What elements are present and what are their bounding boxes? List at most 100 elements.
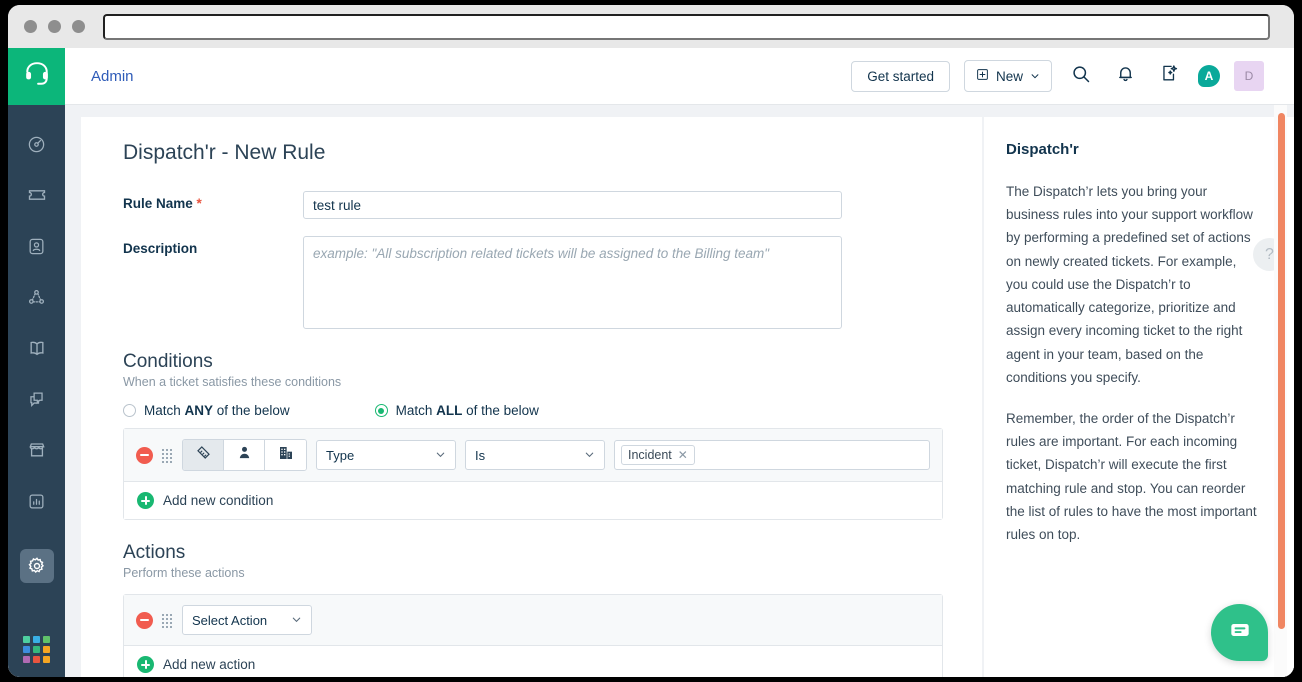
sidebar-item-analytics[interactable]: [20, 484, 54, 518]
add-new-action-button[interactable]: Add new action: [124, 646, 942, 677]
left-sidebar: [8, 48, 65, 677]
get-started-button[interactable]: Get started: [851, 60, 950, 92]
description-label: Description: [123, 241, 198, 256]
condition-field-value: Type: [326, 447, 355, 463]
select-action-value: Select Action: [192, 612, 268, 628]
drag-handle-icon[interactable]: [162, 448, 173, 463]
chevron-down-icon: [584, 448, 595, 463]
action-row: Select Action: [124, 595, 942, 646]
sidebar-item-contacts[interactable]: [20, 229, 54, 263]
company-building-icon: [278, 445, 294, 466]
help-panel-paragraph-1: The Dispatch’r lets you bring your busin…: [1006, 184, 1253, 385]
rule-name-label: Rule Name *: [123, 191, 303, 211]
freddy-avatar[interactable]: A: [1198, 65, 1220, 87]
search-button[interactable]: [1066, 61, 1096, 91]
scope-contact-button[interactable]: [224, 440, 265, 470]
condition-value-tokenfield[interactable]: Incident ✕: [614, 440, 930, 470]
rule-name-input[interactable]: [303, 191, 842, 219]
plus-circle-icon: [137, 656, 154, 673]
remove-condition-button[interactable]: [136, 446, 153, 464]
sidebar-item-admin-settings[interactable]: [19, 549, 54, 583]
description-textarea[interactable]: [303, 236, 842, 329]
contact-card-icon: [27, 237, 46, 256]
browser-chrome-bar: [8, 5, 1294, 48]
new-button[interactable]: New: [963, 60, 1052, 92]
search-icon: [1071, 64, 1091, 89]
add-new-condition-button[interactable]: Add new condition: [124, 482, 942, 519]
ticket-icon: [27, 185, 47, 205]
help-panel: Dispatch'r The Dispatch’r lets you bring…: [984, 117, 1294, 677]
top-header-actions: Get started New A D: [851, 60, 1264, 92]
notifications-button[interactable]: [1110, 61, 1140, 91]
dashboard-gauge-icon: [27, 135, 46, 154]
brand-logo[interactable]: [8, 48, 65, 105]
gear-icon: [27, 556, 47, 576]
rule-name-label-text: Rule Name: [123, 196, 193, 211]
knowledge-base-book-icon: [27, 338, 47, 358]
value-token: Incident ✕: [621, 445, 695, 465]
contact-person-icon: [237, 445, 252, 465]
chevron-down-icon: [1030, 69, 1040, 84]
sidebar-item-tickets[interactable]: [20, 178, 54, 212]
page-scrollbar-thumb[interactable]: [1278, 113, 1285, 629]
sidebar-item-dashboard[interactable]: [20, 127, 54, 161]
social-network-icon: [27, 288, 46, 307]
match-any-label: Match ANY of the below: [144, 403, 290, 418]
plus-circle-icon: [137, 492, 154, 509]
marketplace-store-icon: [27, 440, 47, 460]
condition-operator-value: Is: [475, 447, 486, 463]
sidebar-nav: [19, 105, 54, 583]
avatar[interactable]: D: [1234, 61, 1264, 91]
condition-operator-select[interactable]: Is: [465, 440, 605, 470]
top-header: Admin Get started New A D: [65, 48, 1294, 105]
scope-company-button[interactable]: [265, 440, 306, 470]
sidebar-item-knowledge-base[interactable]: [20, 331, 54, 365]
minimize-window-button[interactable]: [48, 20, 61, 33]
match-any-radio[interactable]: Match ANY of the below: [123, 403, 290, 418]
help-panel-title: Dispatch'r: [1006, 141, 1079, 158]
sidebar-item-chat[interactable]: [20, 382, 54, 416]
remove-action-button[interactable]: [136, 611, 153, 629]
condition-row: Type Is Incident ✕: [124, 429, 942, 482]
bell-icon: [1116, 64, 1135, 88]
drag-handle-icon[interactable]: [162, 613, 173, 628]
actions-heading: Actions: [123, 542, 186, 563]
app-launcher-grid-icon[interactable]: [23, 636, 50, 663]
browser-window: Admin Get started New A D Dispatch'r - N…: [8, 5, 1294, 677]
match-mode-radio-group: Match ANY of the below Match ALL of the …: [123, 403, 940, 418]
chevron-down-icon: [291, 613, 302, 628]
new-button-label: New: [995, 68, 1023, 84]
sidebar-item-social[interactable]: [20, 280, 54, 314]
address-bar[interactable]: [103, 13, 1270, 40]
analytics-chart-icon: [27, 492, 46, 511]
chat-widget-button[interactable]: [1211, 604, 1268, 661]
chat-message-icon: [1227, 617, 1253, 648]
sparkle-note-icon: [1160, 64, 1179, 88]
actions-subheading: Perform these actions: [123, 566, 245, 580]
actions-box: Select Action Add new action: [123, 594, 943, 677]
select-action-dropdown[interactable]: Select Action: [182, 605, 312, 635]
page-title: Dispatch'r - New Rule: [123, 141, 326, 164]
required-asterisk: *: [196, 196, 202, 211]
conditions-box: Type Is Incident ✕ Add new condition: [123, 428, 943, 520]
conditions-subheading: When a ticket satisfies these conditions: [123, 375, 342, 389]
app-launcher[interactable]: [8, 636, 65, 663]
breadcrumb[interactable]: Admin: [91, 68, 134, 85]
radio-circle-all: [374, 404, 388, 417]
value-token-label: Incident: [628, 448, 672, 462]
scope-ticket-button[interactable]: [183, 440, 224, 470]
condition-scope-segmented-control: [182, 439, 307, 471]
match-all-radio[interactable]: Match ALL of the below: [374, 403, 539, 418]
window-controls: [24, 20, 85, 33]
maximize-window-button[interactable]: [72, 20, 85, 33]
sidebar-item-marketplace[interactable]: [20, 433, 54, 467]
remove-token-icon[interactable]: ✕: [678, 448, 688, 462]
content-inner: Dispatch'r - New Rule Rule Name * Descri…: [81, 141, 982, 677]
ai-assist-button[interactable]: [1154, 61, 1184, 91]
add-new-condition-label: Add new condition: [163, 493, 274, 508]
chevron-down-icon: [435, 448, 446, 463]
ticket-icon: [195, 444, 212, 466]
plus-box-icon: [976, 68, 989, 84]
condition-field-select[interactable]: Type: [316, 440, 456, 470]
close-window-button[interactable]: [24, 20, 37, 33]
